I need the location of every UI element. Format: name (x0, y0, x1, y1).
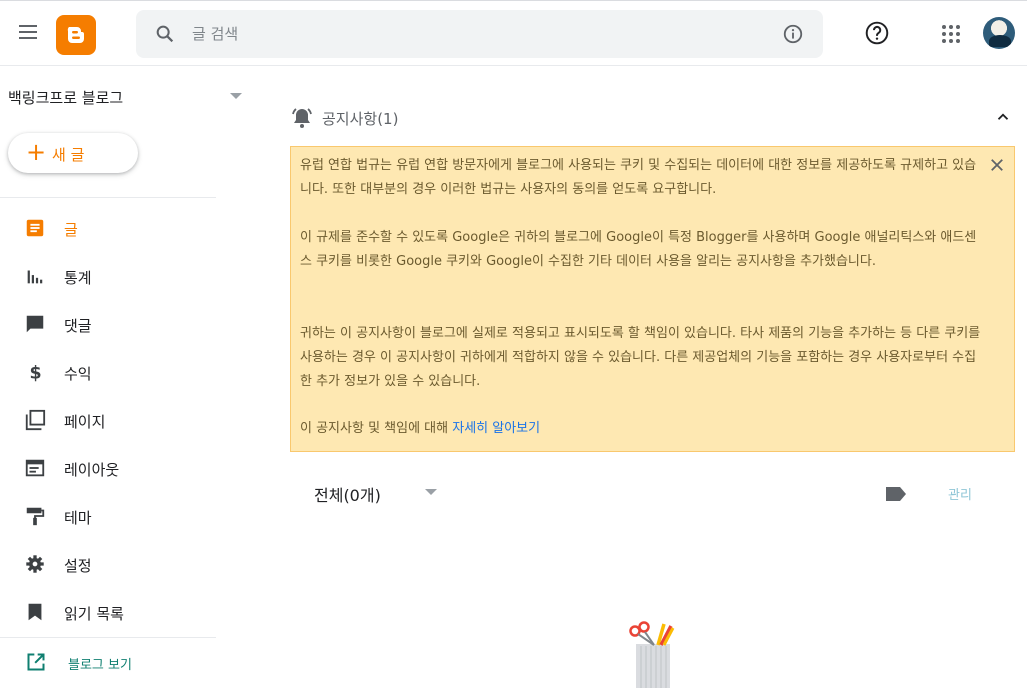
learn-more-link[interactable]: 자세히 알아보기 (452, 421, 540, 436)
dollar-icon: $ (30, 363, 42, 383)
notice-paragraph-last: 이 공지사항 및 책임에 대해 자세히 알아보기 (300, 417, 985, 441)
svg-text:$: $ (30, 363, 42, 383)
sidebar-item-earnings[interactable]: $ 수익 (0, 351, 216, 395)
blog-selector[interactable]: 백링크프로 블로그 (8, 84, 248, 110)
sidebar-item-stats[interactable]: 통계 (0, 255, 216, 299)
posts-icon (26, 219, 44, 237)
notice-last-text: 이 공지사항 및 책임에 대해 (300, 421, 453, 436)
sidebar-divider (0, 637, 216, 638)
sidebar-item-label: 수익 (64, 365, 92, 383)
bell-ringing-icon (292, 108, 312, 128)
blogger-logo[interactable] (56, 15, 96, 55)
avatar[interactable] (983, 17, 1015, 49)
notice-header[interactable]: 공지사항(1) (290, 104, 1018, 132)
plus-icon: + (26, 138, 47, 166)
notice-paragraph: 귀하는 이 공지사항이 블로그에 실제로 적용되고 표시되도록 할 책임이 있습… (300, 326, 981, 389)
paint-roller-icon (26, 507, 45, 526)
menu-icon[interactable] (14, 21, 42, 47)
new-post-label: 새 글 (52, 146, 85, 164)
caret-down-icon (425, 489, 437, 495)
gear-icon (26, 555, 44, 573)
sidebar-item-theme[interactable]: 테마 (0, 495, 216, 539)
sidebar-divider (0, 197, 216, 198)
label-icon[interactable] (885, 486, 907, 502)
sidebar-item-label: 읽기 목록 (64, 605, 124, 623)
apps-grid-icon[interactable] (940, 23, 962, 45)
chevron-up-icon[interactable] (994, 108, 1012, 126)
sidebar-item-reading-list[interactable]: 읽기 목록 (0, 591, 216, 635)
sidebar-item-label: 페이지 (64, 413, 106, 431)
sidebar-item-posts[interactable]: 글 (0, 207, 216, 251)
sidebar-item-label: 글 (64, 221, 78, 239)
open-external-icon (27, 653, 45, 671)
pages-icon (25, 409, 46, 431)
post-filter-dropdown[interactable]: 전체(0개) (314, 480, 444, 505)
cookie-notice: 유럽 연합 법규는 유럽 연합 방문자에게 블로그에 사용되는 쿠키 및 수집되… (290, 146, 1015, 452)
sidebar-item-label: 레이아웃 (64, 461, 120, 479)
comment-icon (26, 315, 44, 333)
notice-paragraph: 이 규제를 준수할 수 있도록 Google은 귀하의 블로그에 Google이… (300, 230, 977, 269)
sidebar-item-settings[interactable]: 설정 (0, 543, 216, 587)
notice-title: 공지사항(1) (322, 110, 399, 128)
sidebar-item-layout[interactable]: 레이아웃 (0, 447, 216, 491)
help-icon[interactable] (864, 20, 890, 46)
pencil-cup-illustration (629, 621, 675, 688)
sidebar-item-label: 댓글 (64, 317, 92, 335)
sidebar-item-label: 설정 (64, 557, 92, 575)
blog-name: 백링크프로 블로그 (8, 89, 124, 107)
view-blog-link[interactable]: 블로그 보기 (0, 644, 216, 680)
top-bar (0, 0, 1027, 66)
filter-label: 전체(0개) (314, 486, 381, 505)
new-post-button[interactable]: + 새 글 (8, 133, 138, 173)
caret-down-icon (230, 93, 242, 99)
view-blog-label: 블로그 보기 (68, 658, 132, 673)
bookmark-icon (28, 603, 42, 621)
search-input[interactable] (192, 20, 752, 48)
search-icon[interactable] (154, 23, 176, 45)
layout-icon (25, 459, 45, 477)
close-icon[interactable] (988, 156, 1006, 174)
manage-button[interactable]: 관리 (948, 484, 972, 503)
search-bar (136, 10, 823, 58)
sidebar-item-label: 통계 (64, 269, 92, 287)
notice-paragraph: 유럽 연합 법규는 유럽 연합 방문자에게 블로그에 사용되는 쿠키 및 수집되… (300, 158, 977, 197)
sidebar-item-comments[interactable]: 댓글 (0, 303, 216, 347)
sidebar-item-label: 테마 (64, 509, 92, 527)
stats-icon (27, 270, 43, 284)
info-icon[interactable] (782, 23, 804, 45)
sidebar-item-pages[interactable]: 페이지 (0, 399, 216, 443)
